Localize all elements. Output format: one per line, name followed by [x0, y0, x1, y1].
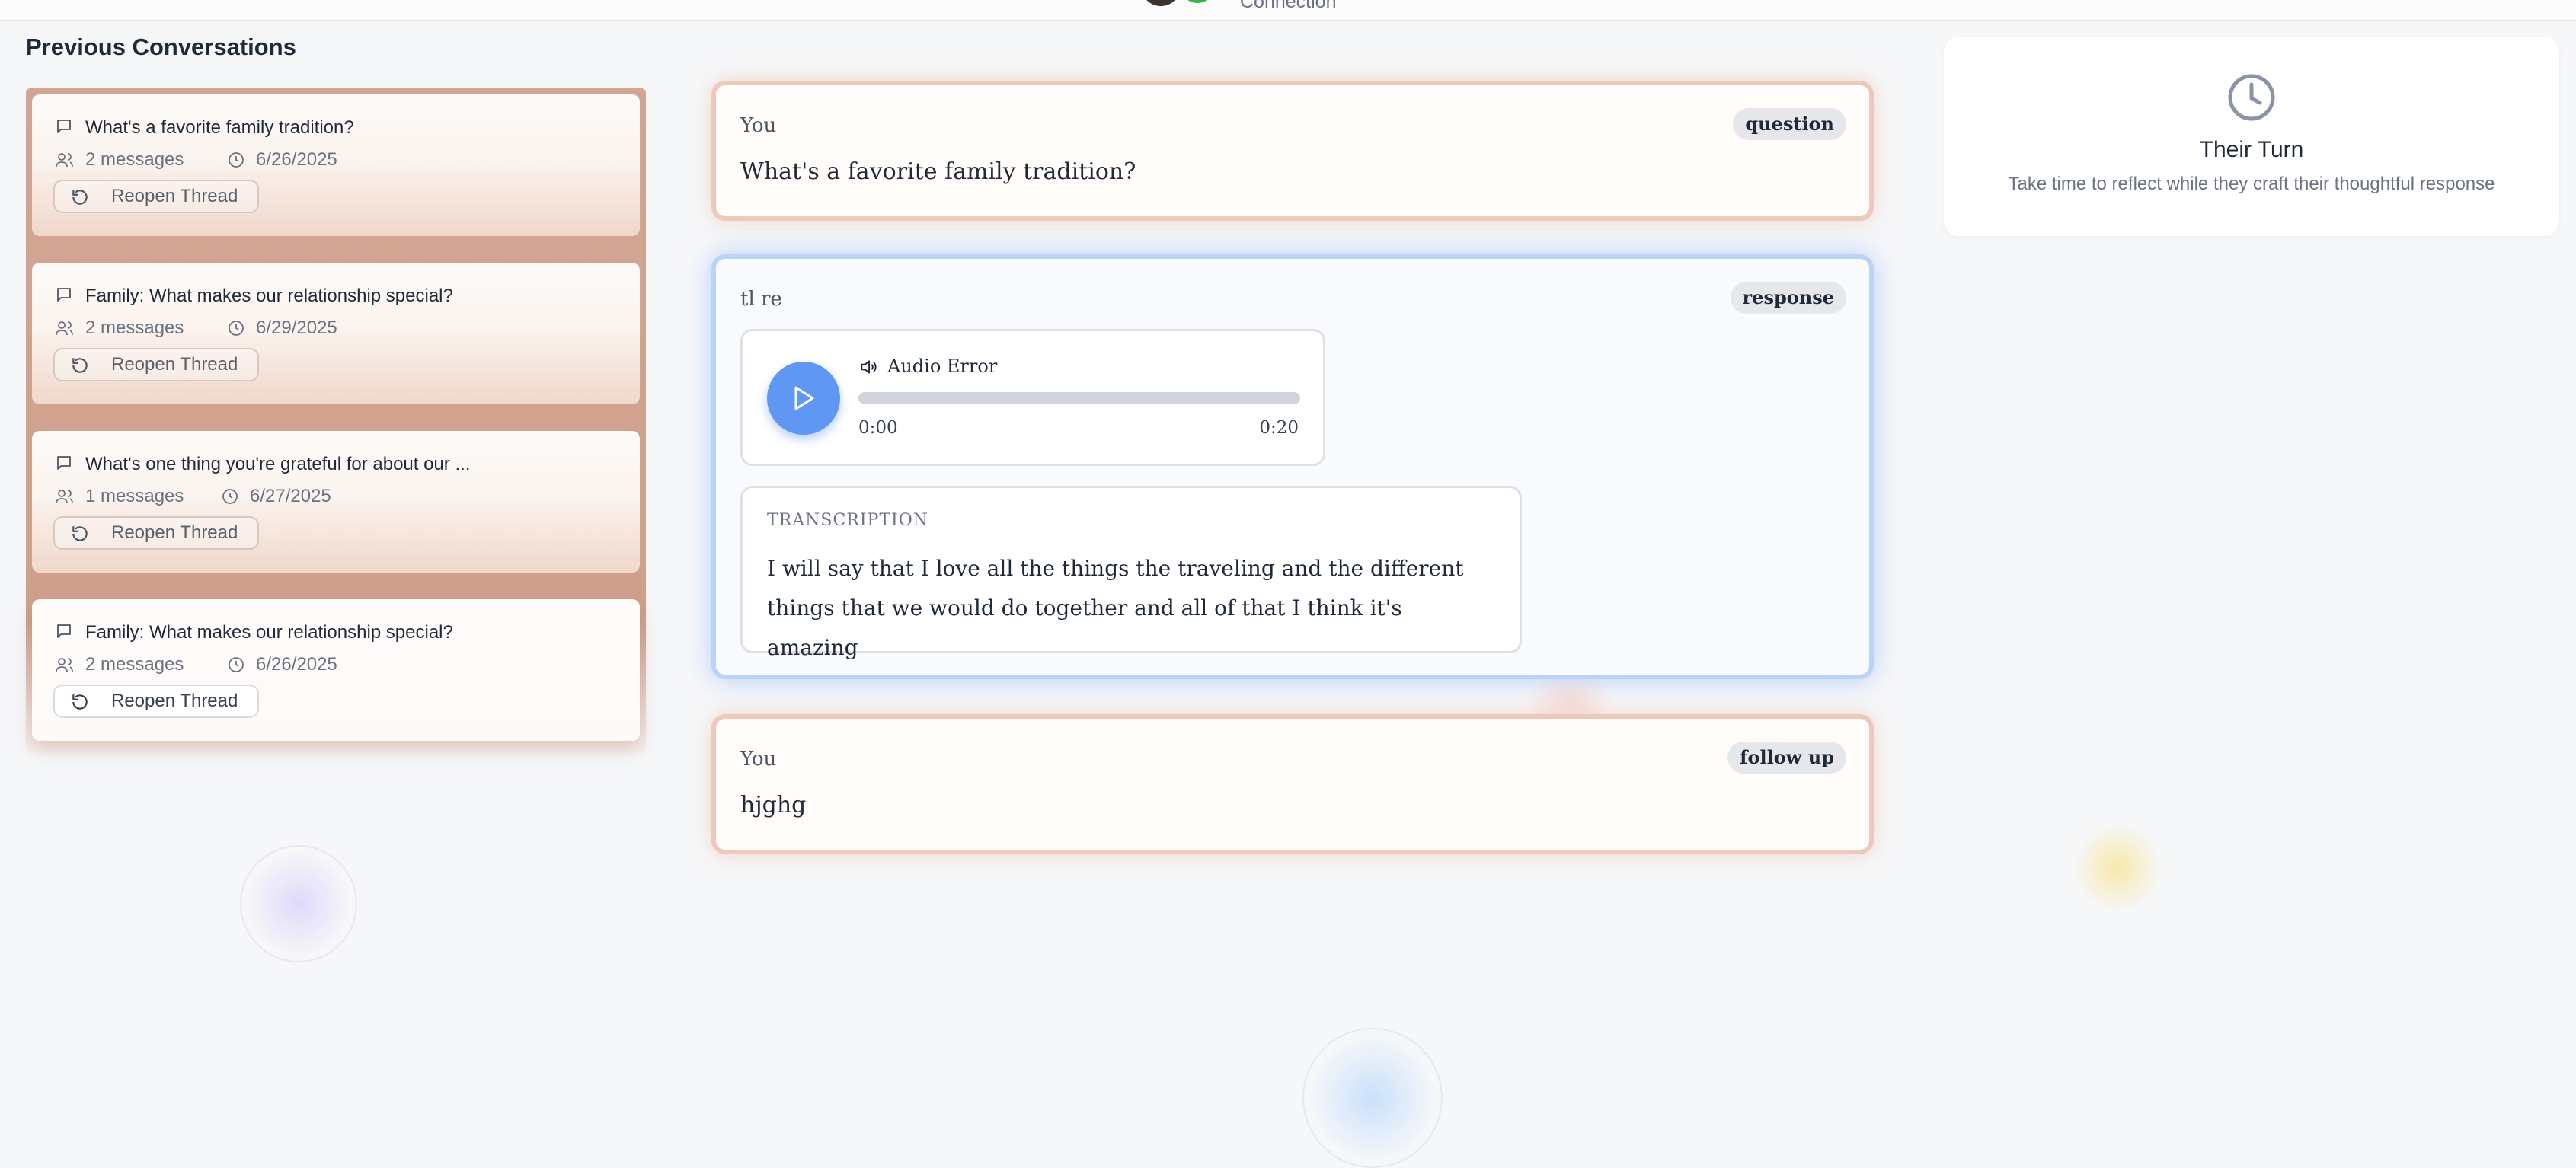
clock-icon: [222, 489, 238, 504]
users-icon: [56, 490, 73, 504]
thread-card[interactable]: Family: What makes our relationship spec…: [32, 263, 640, 404]
thread-card[interactable]: What's a favorite family tradition? 2 me…: [32, 94, 640, 236]
turn-subtitle: Take time to reflect while they craft th…: [2008, 174, 2495, 194]
transcription-text: I will say that I love all the things th…: [767, 556, 1464, 660]
response-card: tl re response Audio Error 0:00 0:20 TRA…: [711, 254, 1874, 679]
thread-date: 6/29/2025: [256, 318, 337, 338]
thread-card[interactable]: Family: What makes our relationship spec…: [32, 599, 640, 741]
transcription-label: TRANSCRIPTION: [767, 511, 928, 530]
message-text: What's a favorite family tradition?: [740, 158, 1136, 185]
audio-total-time: 0:20: [1259, 418, 1299, 438]
message-author: You: [740, 748, 777, 771]
reopen-thread-button[interactable]: Reopen Thread: [53, 685, 260, 718]
previous-conversations-title: Previous Conversations: [26, 34, 296, 60]
message-count: 1 messages: [85, 486, 184, 506]
transcription-box: TRANSCRIPTION I will say that I love all…: [740, 486, 1522, 660]
play-icon: [794, 386, 814, 410]
reopen-thread-button[interactable]: Reopen Thread: [53, 180, 260, 213]
thread-card[interactable]: What's one thing you're grateful for abo…: [32, 431, 640, 573]
rotate-ccw-icon: [72, 694, 88, 710]
question-tag: question: [1733, 108, 1846, 140]
reopen-thread-label: Reopen Thread: [111, 522, 238, 543]
speaker-icon: [861, 360, 877, 374]
decorative-glow: [1302, 1028, 1443, 1168]
avatar: [1178, 0, 1217, 6]
connection-label: Connection: [1240, 0, 1337, 12]
clock-icon: [2228, 74, 2275, 121]
clock-icon: [229, 657, 244, 672]
audio-player: Audio Error 0:00 0:20: [740, 329, 1325, 466]
message-text: hjghg: [740, 792, 807, 819]
message-author: You: [740, 114, 777, 137]
chat-bubble-icon: [57, 624, 71, 638]
users-icon: [56, 658, 73, 672]
rotate-ccw-icon: [72, 358, 88, 373]
turn-title: Their Turn: [2199, 137, 2304, 162]
question-card: You question What's a favorite family tr…: [711, 81, 1874, 221]
rotate-ccw-icon: [72, 190, 88, 205]
play-button[interactable]: [767, 362, 840, 435]
audio-current-time: 0:00: [858, 418, 898, 438]
reopen-thread-label: Reopen Thread: [111, 186, 238, 206]
message-author: tl re: [740, 288, 782, 311]
decorative-glow: [240, 845, 357, 962]
reopen-thread-button[interactable]: Reopen Thread: [53, 348, 260, 381]
previous-conversations-panel: What's a favorite family tradition? 2 me…: [26, 88, 646, 758]
followup-tag: follow up: [1727, 742, 1846, 774]
message-count: 2 messages: [85, 654, 184, 675]
thread-title: Family: What makes our relationship spec…: [85, 622, 453, 643]
avatar: [1141, 0, 1181, 6]
clock-icon: [229, 152, 244, 168]
audio-status: Audio Error: [887, 356, 998, 377]
thread-title: What's a favorite family tradition?: [85, 117, 354, 138]
top-bar: Connection: [0, 0, 2576, 21]
decorative-glow: [2072, 822, 2163, 914]
turn-status-card: Their Turn Take time to reflect while th…: [1944, 37, 2559, 236]
reopen-thread-label: Reopen Thread: [111, 354, 238, 375]
thread-date: 6/27/2025: [250, 486, 331, 506]
thread-title: What's one thing you're grateful for abo…: [85, 454, 471, 474]
clock-icon: [229, 321, 244, 336]
chat-bubble-icon: [57, 456, 71, 470]
rotate-ccw-icon: [72, 526, 88, 541]
thread-date: 6/26/2025: [256, 149, 337, 170]
chat-bubble-icon: [57, 120, 71, 133]
thread-title: Family: What makes our relationship spec…: [85, 286, 453, 306]
message-count: 2 messages: [85, 149, 184, 170]
followup-card: You follow up hjghg: [711, 714, 1874, 854]
audio-progress-bar[interactable]: [858, 392, 1300, 404]
participant-avatars: [1141, 0, 1225, 6]
thread-date: 6/26/2025: [256, 654, 337, 675]
chat-bubble-icon: [57, 288, 71, 302]
users-icon: [56, 321, 73, 336]
response-tag: response: [1730, 282, 1846, 314]
reopen-thread-button[interactable]: Reopen Thread: [53, 516, 260, 550]
users-icon: [56, 153, 73, 168]
message-count: 2 messages: [85, 318, 184, 338]
reopen-thread-label: Reopen Thread: [111, 691, 238, 711]
